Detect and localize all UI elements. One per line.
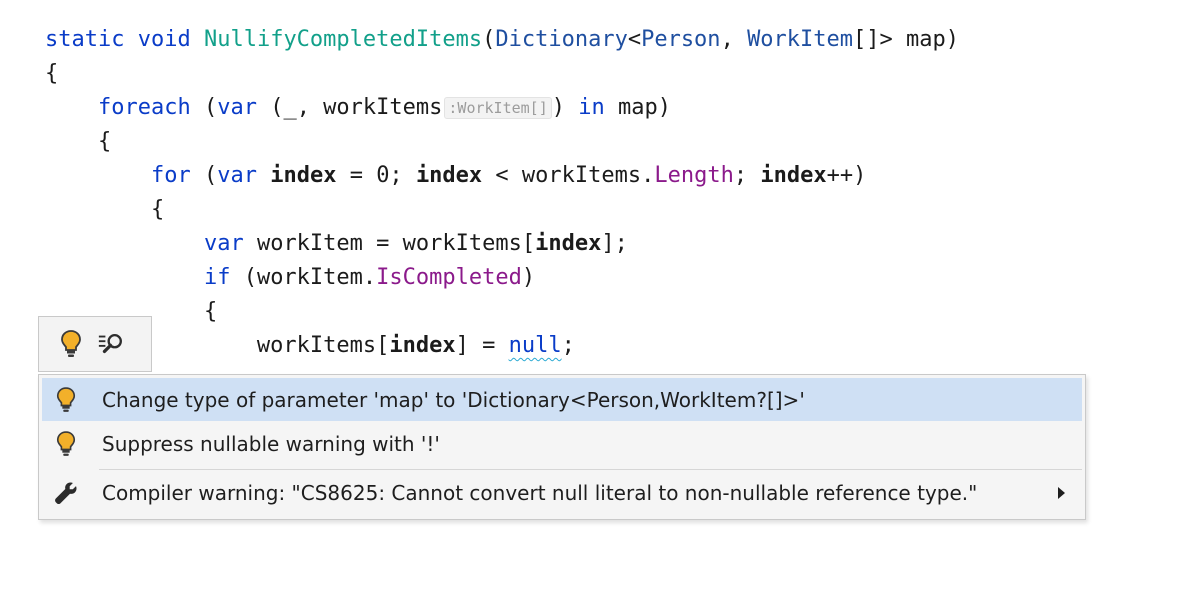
search-lines-icon — [98, 333, 122, 354]
type-name: Dictionary — [495, 27, 628, 52]
submenu-arrow-icon[interactable] — [1058, 487, 1065, 499]
code-line-3: foreach (var (_, workItems:WorkItem[]) i… — [97, 95, 671, 120]
code-line-2: { — [45, 61, 59, 86]
keyword: in — [578, 95, 605, 120]
variable-index: index — [270, 163, 337, 188]
menu-item-compiler-warning[interactable]: Compiler warning: "CS8625: Cannot conver… — [39, 470, 1085, 516]
quick-fix-menu: Change type of parameter 'map' to 'Dicti… — [38, 374, 1086, 520]
type-inlay-hint: :WorkItem[] — [444, 97, 552, 119]
keyword: var — [203, 231, 244, 256]
code-editor[interactable]: static void NullifyCompletedItems(Dictio… — [45, 23, 959, 363]
keyword: if — [203, 265, 231, 290]
code-line-5: for (var index = 0; index < workItems.Le… — [150, 163, 867, 188]
keyword: foreach — [97, 95, 191, 120]
property-name: Length — [654, 163, 734, 188]
keyword: var — [217, 163, 257, 188]
inspect-search-button[interactable] — [97, 330, 125, 358]
code-line-10: workItems[index] = null; — [256, 333, 575, 358]
menu-item-suppress-warning[interactable]: Suppress nullable warning with '!' — [39, 421, 1085, 467]
code-line-6: { — [150, 197, 165, 222]
menu-item-label: Change type of parameter 'map' to 'Dicti… — [102, 387, 805, 412]
variable-index: index — [389, 333, 456, 358]
method-name: NullifyCompletedItems — [203, 27, 483, 52]
keyword: static — [45, 27, 125, 52]
lightbulb-icon — [61, 330, 81, 357]
menu-item-label: Suppress nullable warning with '!' — [102, 432, 440, 456]
type-name: WorkItem — [747, 27, 854, 52]
keyword: for — [150, 163, 191, 188]
wrench-icon — [55, 482, 77, 504]
property-name: IsCompleted — [376, 265, 522, 290]
menu-item-change-parameter-type[interactable]: Change type of parameter 'map' to 'Dicti… — [42, 378, 1082, 421]
keyword: void — [137, 27, 191, 52]
keyword: var — [217, 95, 257, 120]
lightbulb-icon — [56, 431, 76, 456]
variable-index: index — [535, 231, 602, 256]
null-literal-warning[interactable]: null — [509, 333, 562, 358]
code-line-9: { — [203, 299, 218, 324]
code-line-8: if (workItem.IsCompleted) — [203, 265, 536, 290]
variable-index: index — [760, 163, 827, 188]
variable-index: index — [415, 163, 483, 188]
quick-action-bar — [38, 316, 152, 372]
code-line-1: static void NullifyCompletedItems(Dictio… — [45, 27, 959, 52]
lightbulb-button[interactable] — [57, 330, 85, 358]
code-line-7: var workItem = workItems[index]; — [203, 231, 628, 256]
menu-item-label: Compiler warning: "CS8625: Cannot conver… — [102, 481, 978, 505]
type-name: Person — [641, 27, 721, 52]
lightbulb-icon — [56, 386, 76, 412]
code-line-4: { — [97, 129, 112, 154]
